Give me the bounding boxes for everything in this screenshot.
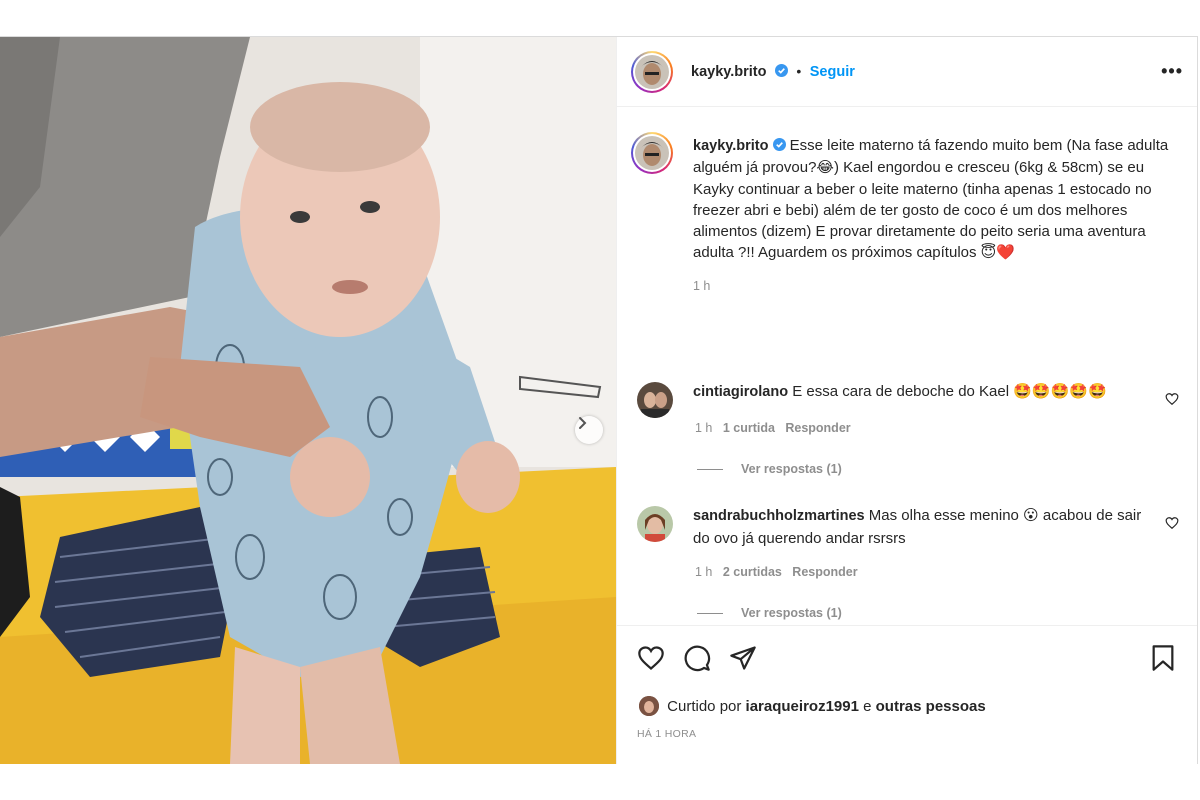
post-dialog: kayky.brito • Seguir ••• kayky.brito Ess… <box>0 36 1198 764</box>
comments-scroll-area[interactable]: kayky.brito Esse leite materno tá fazend… <box>617 108 1197 625</box>
author-username[interactable]: kayky.brito <box>691 64 767 80</box>
comment-meta: 1 h 2 curtidas Responder <box>695 565 858 579</box>
comment-username[interactable]: sandrabuchholzmartines <box>693 508 865 524</box>
caption-text: Esse leite materno tá fazendo muito bem … <box>693 137 1169 262</box>
comment-body: cintiagirolano E essa cara de deboche do… <box>693 381 1153 404</box>
avatar-image <box>639 696 659 716</box>
post-actions: Curtido por iaraqueiroz1991 e outras pes… <box>617 625 1197 764</box>
follow-button[interactable]: Seguir <box>810 64 855 80</box>
comment-like-heart-icon[interactable] <box>1165 392 1179 406</box>
liked-by-others[interactable]: outras pessoas <box>876 698 986 715</box>
chevron-right-icon <box>579 417 587 429</box>
liked-by-prefix: Curtido por <box>667 698 742 715</box>
avatar-image <box>635 136 669 170</box>
comment-likes[interactable]: 1 curtida <box>723 421 775 435</box>
avatar-image <box>637 382 673 418</box>
reply-button[interactable]: Responder <box>792 565 857 579</box>
post-header: kayky.brito • Seguir ••• <box>617 37 1197 107</box>
next-media-button[interactable] <box>575 416 603 444</box>
comment-like-heart-icon[interactable] <box>1165 516 1179 530</box>
post-timestamp: HÁ 1 HORA <box>637 728 697 740</box>
caption-time: 1 h <box>693 278 711 293</box>
comment-icon[interactable] <box>683 644 711 672</box>
comment-time: 1 h <box>695 565 713 579</box>
share-icon[interactable] <box>729 644 757 672</box>
heart-icon[interactable] <box>637 644 665 672</box>
post-caption: kayky.brito Esse leite materno tá fazend… <box>693 135 1187 297</box>
comment-likes[interactable]: 2 curtidas <box>723 565 782 579</box>
view-replies-button[interactable]: Ver respostas (1) <box>697 462 842 476</box>
caption-author-username[interactable]: kayky.brito <box>693 138 769 154</box>
comment-meta: 1 h 1 curtida Responder <box>695 421 851 435</box>
comment-avatar[interactable] <box>637 506 673 542</box>
comment-text: E essa cara de deboche do Kael 🤩🤩🤩🤩🤩 <box>792 383 1107 400</box>
avatar-image <box>635 55 669 89</box>
more-icon[interactable]: ••• <box>1161 61 1183 82</box>
comment-username[interactable]: cintiagirolano <box>693 384 788 400</box>
author-avatar[interactable] <box>631 51 673 93</box>
avatar-image <box>637 506 673 542</box>
verified-badge-icon <box>774 64 788 77</box>
reply-button[interactable]: Responder <box>785 421 850 435</box>
separator-dot: • <box>796 63 802 79</box>
bookmark-icon[interactable] <box>1149 644 1177 672</box>
liked-by-user[interactable]: iaraqueiroz1991 <box>746 698 859 715</box>
baby-photo-illustration <box>0 37 616 764</box>
comment-time: 1 h <box>695 421 713 435</box>
post-side-panel: kayky.brito • Seguir ••• kayky.brito Ess… <box>616 37 1197 764</box>
view-replies-label: Ver respostas (1) <box>741 606 842 620</box>
liked-by-and: e <box>863 698 872 715</box>
view-replies-label: Ver respostas (1) <box>741 462 842 476</box>
liker-avatar[interactable] <box>639 696 659 716</box>
caption-author-avatar[interactable] <box>631 132 673 174</box>
post-image <box>0 37 616 764</box>
comment-avatar[interactable] <box>637 382 673 418</box>
comment-body: sandrabuchholzmartines Mas olha esse men… <box>693 505 1153 549</box>
liked-by: Curtido por iaraqueiroz1991 e outras pes… <box>639 696 986 716</box>
verified-badge-icon <box>772 138 786 151</box>
view-replies-button[interactable]: Ver respostas (1) <box>697 606 842 620</box>
